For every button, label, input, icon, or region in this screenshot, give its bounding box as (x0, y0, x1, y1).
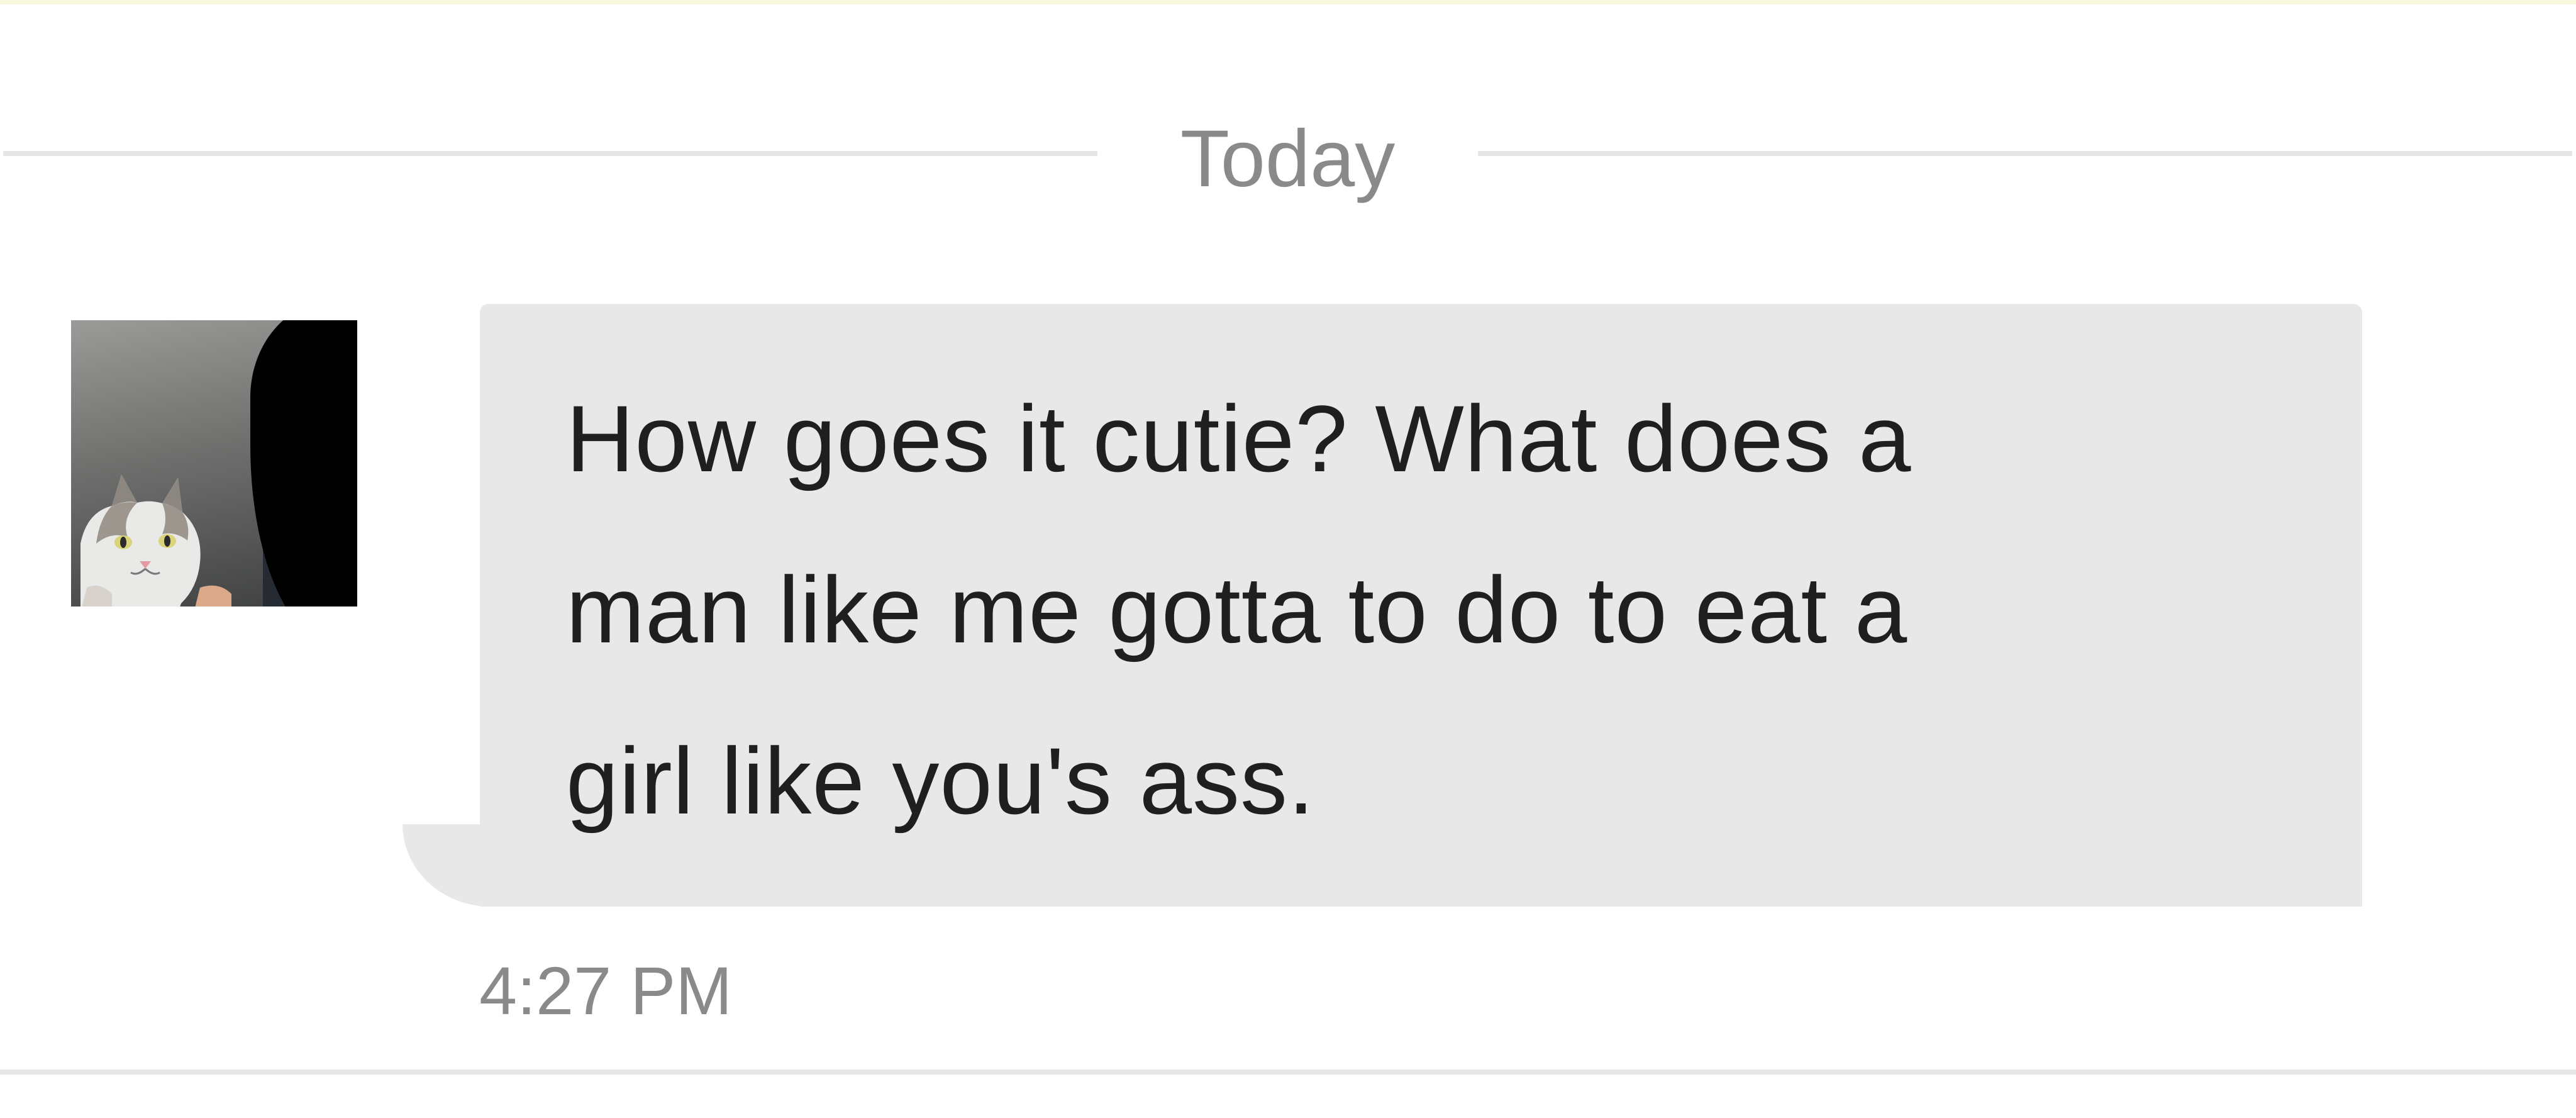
message-text: How goes it cutie? What does a man like … (566, 386, 1912, 834)
message-bubble[interactable]: How goes it cutie? What does a man like … (480, 304, 2362, 907)
chat-window: Today How goes it cutie? What does a man… (0, 0, 2576, 1118)
date-divider-line-right (1478, 151, 2572, 156)
sender-avatar[interactable] (71, 320, 357, 607)
top-banner-strip (0, 0, 2576, 4)
cat-photo-icon (80, 474, 231, 607)
message-timestamp: 4:27 PM (479, 953, 733, 1029)
date-divider-line-left (3, 151, 1097, 156)
date-separator-label: Today (1180, 114, 1396, 204)
message-bubble-tail (402, 824, 491, 907)
bottom-divider (0, 1070, 2576, 1075)
